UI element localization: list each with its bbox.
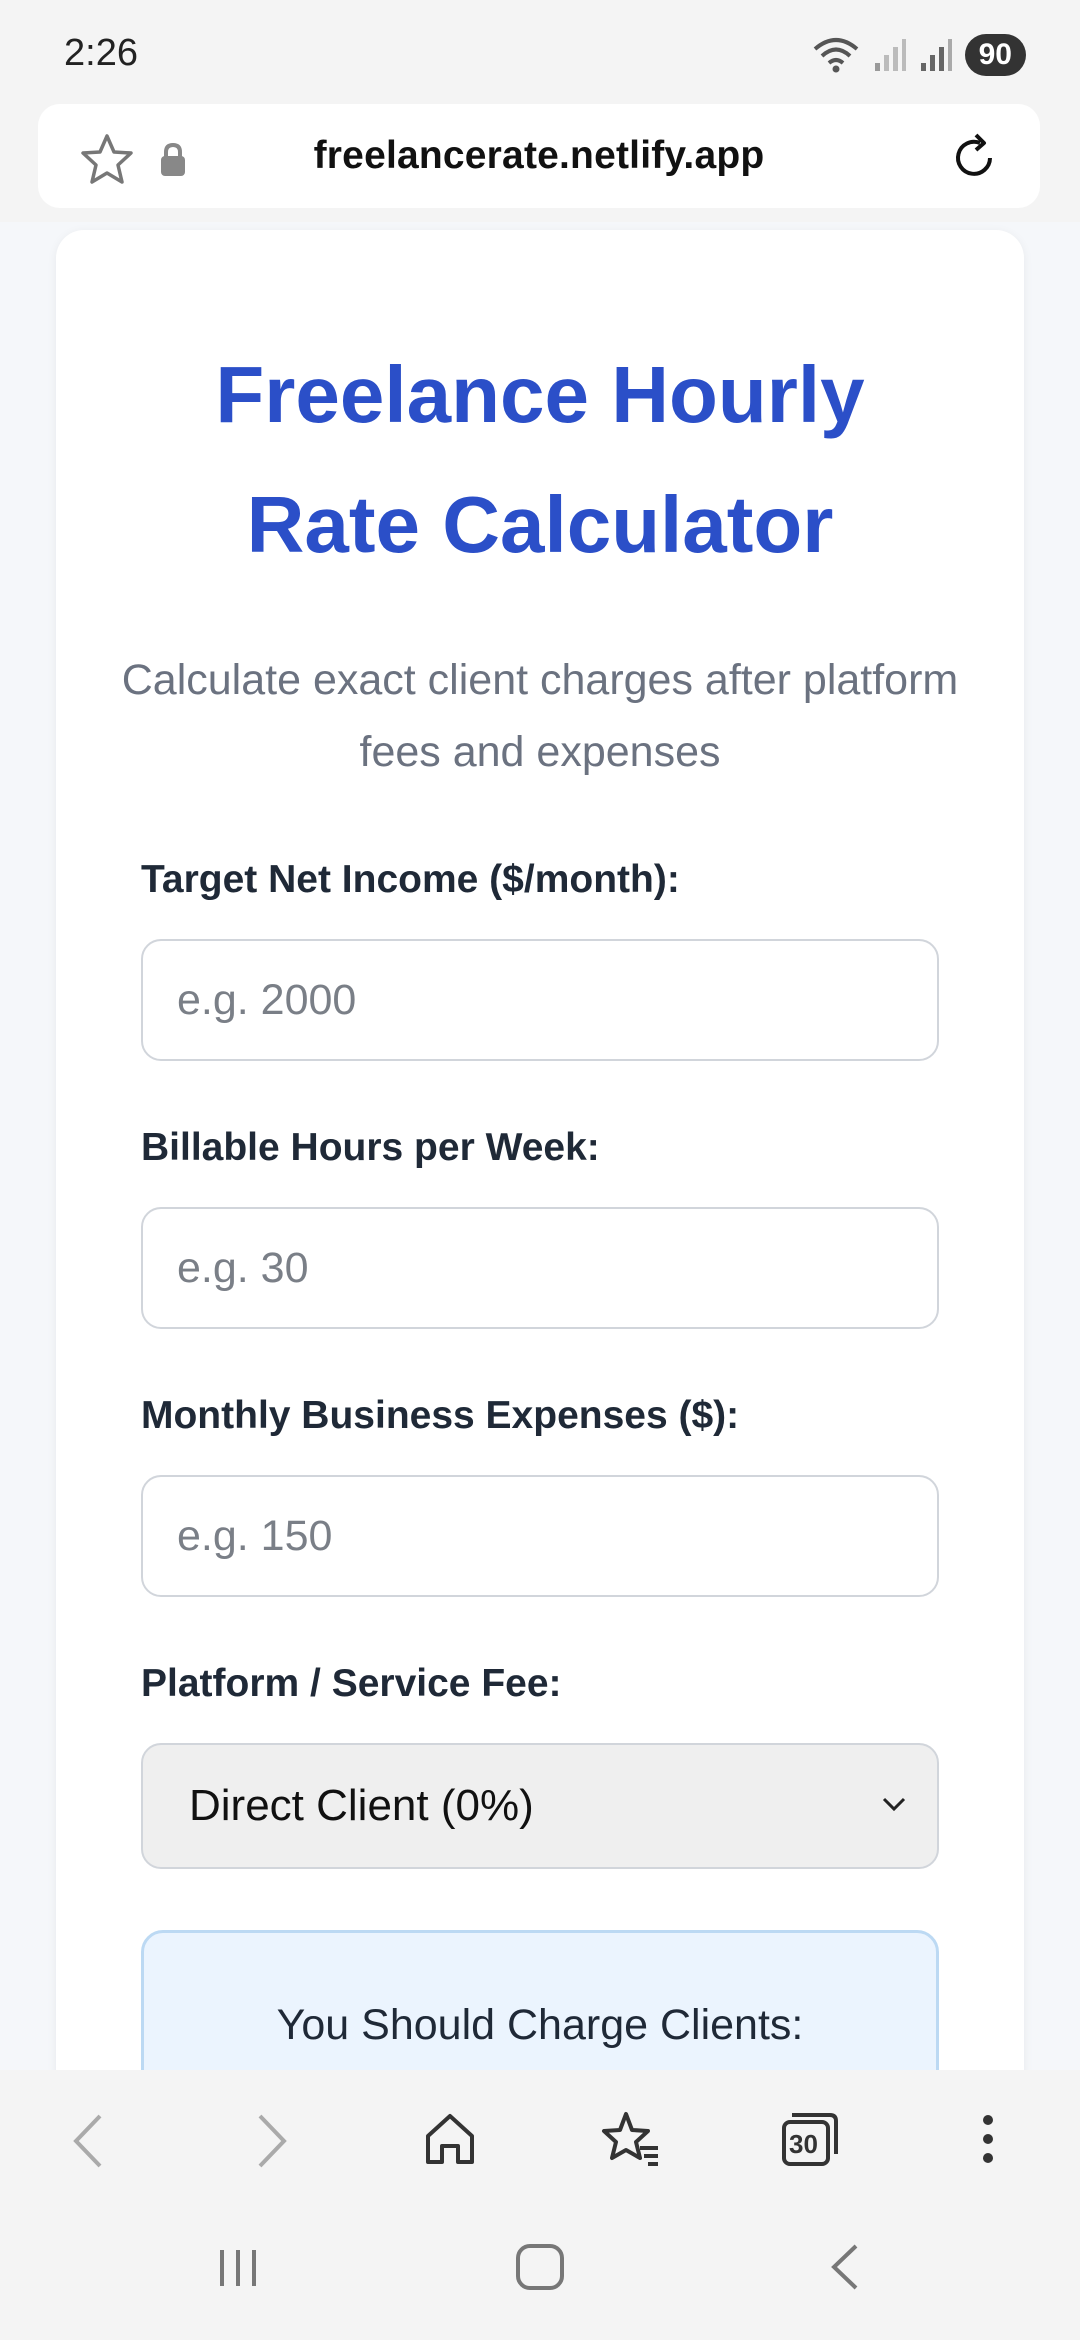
signal-icon bbox=[874, 39, 906, 71]
chevron-down-icon bbox=[882, 1797, 906, 1812]
expenses-input[interactable] bbox=[141, 1475, 939, 1597]
back-icon[interactable] bbox=[64, 2110, 112, 2172]
title-line-2: Rate Calculator bbox=[246, 480, 834, 569]
url-bar[interactable]: freelancerate.netlify.app bbox=[38, 104, 1040, 208]
more-icon[interactable] bbox=[976, 2110, 1000, 2168]
platform-fee-select[interactable]: Direct Client (0%) bbox=[141, 1743, 939, 1869]
billable-hours-label: Billable Hours per Week: bbox=[141, 1126, 600, 1169]
platform-fee-selected: Direct Client (0%) bbox=[189, 1781, 534, 1830]
browser-toolbar: 30 bbox=[0, 2070, 1080, 2206]
result-box: You Should Charge Clients: bbox=[141, 1930, 939, 2070]
url-text[interactable]: freelancerate.netlify.app bbox=[38, 134, 1040, 178]
back-nav-icon[interactable] bbox=[824, 2242, 864, 2292]
net-income-label: Target Net Income ($/month): bbox=[141, 858, 680, 901]
expenses-label: Monthly Business Expenses ($): bbox=[141, 1394, 740, 1437]
reload-icon[interactable] bbox=[946, 130, 1002, 186]
result-label: You Should Charge Clients: bbox=[276, 2001, 804, 2049]
calculator-card: Freelance Hourly Rate Calculator Calcula… bbox=[56, 230, 1024, 2070]
signal-icon bbox=[920, 39, 952, 71]
bookmarks-icon[interactable] bbox=[600, 2110, 660, 2168]
system-nav-bar bbox=[0, 2206, 1080, 2340]
home-icon[interactable] bbox=[422, 2110, 478, 2168]
tabs-button[interactable]: 30 bbox=[780, 2110, 840, 2168]
status-icons: 90 bbox=[811, 34, 1026, 76]
page-title: Freelance Hourly Rate Calculator bbox=[56, 330, 1024, 590]
tabs-count: 30 bbox=[789, 2129, 818, 2159]
platform-fee-label: Platform / Service Fee: bbox=[141, 1662, 562, 1705]
net-income-input[interactable] bbox=[141, 939, 939, 1061]
forward-icon[interactable] bbox=[248, 2110, 296, 2172]
status-bar: 2:26 90 bbox=[0, 0, 1080, 104]
wifi-icon bbox=[813, 38, 858, 73]
billable-hours-input[interactable] bbox=[141, 1207, 939, 1329]
recents-icon[interactable] bbox=[214, 2242, 264, 2292]
page-subtitle: Calculate exact client charges after pla… bbox=[121, 656, 959, 776]
battery-indicator: 90 bbox=[964, 34, 1026, 76]
status-time: 2:26 bbox=[64, 32, 138, 74]
page-content: Freelance Hourly Rate Calculator Calcula… bbox=[0, 222, 1080, 2070]
title-line-1: Freelance Hourly bbox=[215, 350, 865, 439]
home-nav-icon[interactable] bbox=[514, 2242, 566, 2292]
